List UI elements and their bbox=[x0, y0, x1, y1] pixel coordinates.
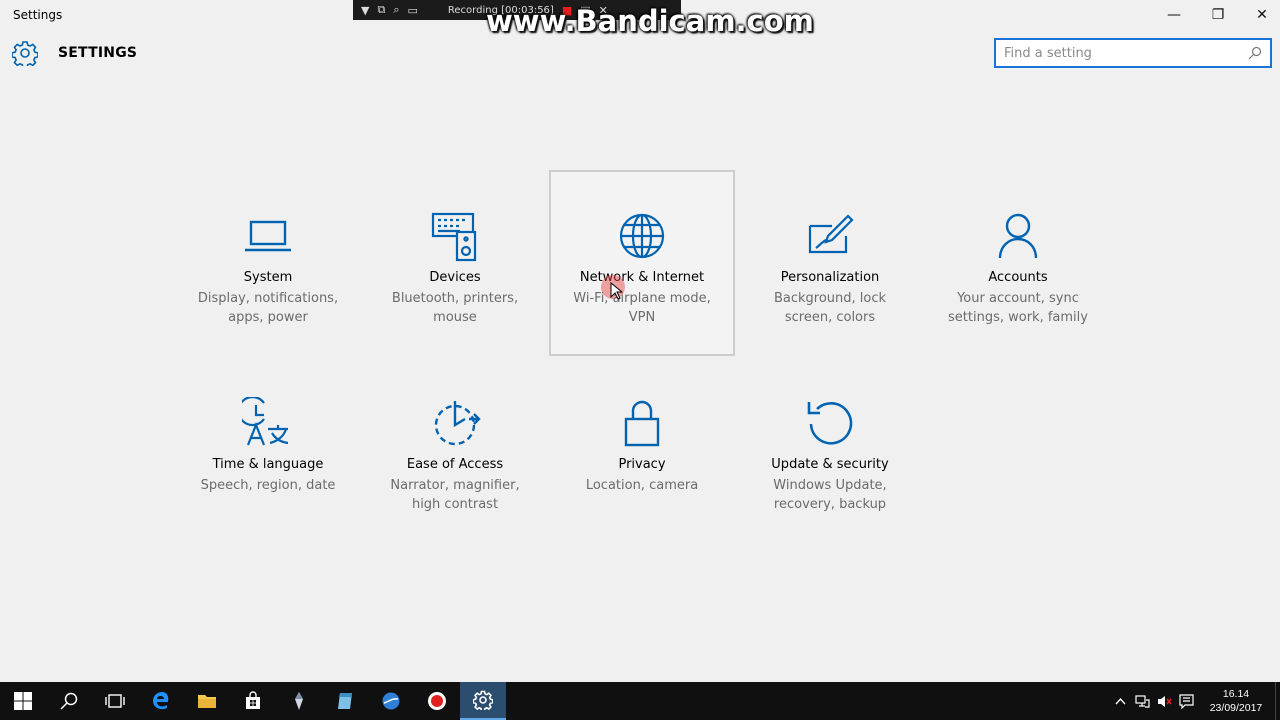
tile-update-security[interactable]: Update & security Windows Update, recove… bbox=[737, 357, 923, 543]
dropdown-icon[interactable]: ▼ bbox=[361, 4, 369, 17]
chevron-up-icon bbox=[1114, 697, 1126, 704]
taskbar-search-button[interactable] bbox=[46, 682, 92, 720]
recorder-watermark: www.Bandicam.com bbox=[486, 4, 814, 38]
tile-description: Your account, sync settings, work, famil… bbox=[948, 291, 1088, 325]
taskbar: 16.14 23/09/2017 bbox=[0, 682, 1280, 720]
edge-icon bbox=[153, 692, 169, 710]
taskbar-store[interactable] bbox=[230, 682, 276, 720]
task-view-icon bbox=[105, 694, 125, 708]
laptop-icon bbox=[245, 220, 291, 252]
taskbar-app[interactable] bbox=[276, 682, 322, 720]
settings-gear-icon bbox=[473, 690, 493, 710]
app-icon bbox=[295, 692, 303, 710]
ease-of-access-icon bbox=[434, 401, 481, 446]
tile-label: Accounts bbox=[988, 270, 1048, 285]
clock-time: 16.14 bbox=[1222, 688, 1250, 700]
globe-icon bbox=[619, 213, 665, 259]
tile-personalization[interactable]: Personalization Background, lock screen,… bbox=[737, 170, 923, 356]
volume-muted-icon bbox=[1157, 695, 1172, 707]
minimize-button[interactable]: — bbox=[1152, 0, 1196, 30]
tile-ease-of-access[interactable]: Ease of Access Narrator, magnifier, high… bbox=[362, 357, 548, 543]
tile-system[interactable]: System Display, notifications, apps, pow… bbox=[175, 170, 361, 356]
region-icon[interactable]: ▭ bbox=[408, 4, 418, 17]
taskbar-edge[interactable] bbox=[138, 682, 184, 720]
tile-devices[interactable]: Devices Bluetooth, printers, mouse bbox=[362, 170, 548, 356]
time-language-icon bbox=[242, 397, 289, 446]
taskbar-clock[interactable]: 16.14 23/09/2017 bbox=[1197, 687, 1275, 715]
windows-start-icon bbox=[14, 692, 32, 710]
taskbar-settings[interactable] bbox=[460, 682, 506, 720]
show-desktop-button[interactable] bbox=[1275, 682, 1280, 720]
taskbar-globe-app[interactable] bbox=[368, 682, 414, 720]
volume-tray-button[interactable] bbox=[1153, 682, 1175, 720]
tile-label: Privacy bbox=[618, 457, 666, 472]
tile-accounts[interactable]: Accounts Your account, sync settings, wo… bbox=[925, 170, 1111, 356]
taskbar-bandicam[interactable] bbox=[414, 682, 460, 720]
taskbar-file-explorer[interactable] bbox=[184, 682, 230, 720]
search-input[interactable] bbox=[1004, 45, 1248, 61]
tile-description: Narrator, magnifier, high contrast bbox=[390, 478, 520, 512]
app-icon bbox=[338, 693, 352, 709]
tile-label: Devices bbox=[429, 270, 481, 285]
tile-label: Ease of Access bbox=[406, 457, 504, 472]
window-title: Settings bbox=[13, 8, 63, 22]
tile-description: Windows Update, recovery, backup bbox=[773, 478, 887, 512]
action-center-icon bbox=[1178, 693, 1194, 709]
search-box[interactable] bbox=[994, 38, 1272, 68]
search-icon[interactable] bbox=[1248, 46, 1262, 60]
globe-app-icon bbox=[382, 692, 400, 710]
tile-label: Update & security bbox=[771, 457, 889, 472]
start-button[interactable] bbox=[0, 682, 46, 720]
tile-description: Wi-Fi, airplane mode, VPN bbox=[573, 291, 711, 325]
page-title: SETTINGS bbox=[58, 45, 138, 61]
tile-network-internet[interactable]: Network & Internet Wi-Fi, airplane mode,… bbox=[549, 170, 735, 356]
close-button[interactable]: ✕ bbox=[1240, 0, 1280, 30]
tile-description: Speech, region, date bbox=[200, 478, 336, 493]
person-icon bbox=[998, 213, 1038, 259]
tile-label: System bbox=[243, 270, 293, 285]
tile-description: Location, camera bbox=[585, 478, 699, 493]
tile-label: Network & Internet bbox=[579, 270, 705, 285]
task-view-button[interactable] bbox=[92, 682, 138, 720]
action-center-button[interactable] bbox=[1175, 682, 1197, 720]
devices-icon bbox=[431, 212, 477, 262]
show-hidden-icons-button[interactable] bbox=[1109, 682, 1131, 720]
tile-description: Background, lock screen, colors bbox=[773, 291, 887, 325]
bandicam-icon bbox=[428, 692, 446, 710]
tile-description: Display, notifications, apps, power bbox=[197, 291, 339, 325]
update-icon bbox=[807, 402, 853, 445]
tile-label: Time & language bbox=[212, 457, 324, 472]
network-tray-button[interactable] bbox=[1131, 682, 1153, 720]
personalization-icon bbox=[808, 214, 854, 254]
system-tray: 16.14 23/09/2017 bbox=[1109, 682, 1280, 720]
lock-icon bbox=[624, 400, 660, 447]
magnifier-icon[interactable]: ⌕ bbox=[393, 3, 399, 17]
tile-time-language[interactable]: Time & language Speech, region, date bbox=[175, 357, 361, 543]
file-explorer-icon bbox=[198, 695, 216, 708]
window-icon[interactable]: ⧉ bbox=[377, 3, 385, 17]
taskbar-app[interactable] bbox=[322, 682, 368, 720]
maximize-button[interactable]: ❐ bbox=[1196, 0, 1240, 30]
tile-description: Bluetooth, printers, mouse bbox=[391, 291, 519, 325]
clock-date: 23/09/2017 bbox=[1209, 702, 1263, 714]
tile-privacy[interactable]: Privacy Location, camera bbox=[549, 357, 735, 543]
tile-label: Personalization bbox=[780, 270, 880, 285]
settings-gear-icon bbox=[12, 41, 38, 66]
store-icon bbox=[246, 691, 260, 709]
search-icon bbox=[60, 692, 78, 710]
network-icon bbox=[1134, 694, 1150, 708]
mouse-pointer-icon bbox=[610, 282, 622, 300]
